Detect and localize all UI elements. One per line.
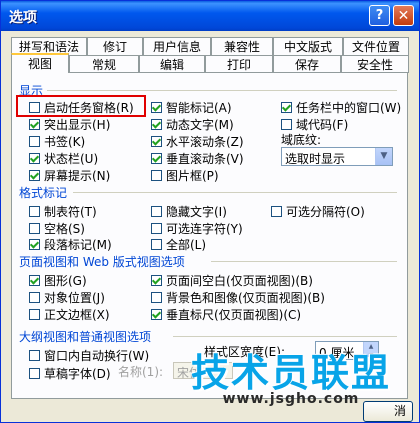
checkbox-vertical-scrollbar[interactable]: 垂直滚动条(V) xyxy=(151,150,244,167)
tab-revisions[interactable]: 修订 xyxy=(87,37,143,55)
checkbox-box xyxy=(29,239,40,250)
checkbox-box xyxy=(29,153,40,164)
checkbox-box xyxy=(29,368,40,379)
watermark-logo-text: 技术员联盟 xyxy=(191,351,392,395)
checkbox-box xyxy=(29,136,40,147)
spin-up-icon[interactable]: ▲ xyxy=(363,342,378,351)
checkbox-white-space-between-pages[interactable]: 页面间空白(仅页面视图)(B) xyxy=(151,272,313,289)
divider xyxy=(173,336,397,337)
tab-view[interactable]: 视图 xyxy=(11,53,69,73)
checkbox-screen-tips[interactable]: 屏幕提示(N) xyxy=(29,167,110,184)
checkbox-box xyxy=(281,119,292,130)
highlight-box xyxy=(16,95,146,117)
checkbox-box xyxy=(151,206,162,217)
checkbox-bookmarks[interactable]: 书签(K) xyxy=(29,133,85,150)
checkbox-box xyxy=(151,119,162,130)
checkbox-box xyxy=(151,136,162,147)
field-shading-select[interactable]: 选取时显示 ▼ xyxy=(281,147,393,166)
checkbox-windows-in-taskbar[interactable]: 任务栏中的窗口(W) xyxy=(281,99,401,116)
checkbox-box xyxy=(29,292,40,303)
checkbox-box xyxy=(29,119,40,130)
checkbox-box xyxy=(29,170,40,181)
field-shading-label: 域底纹: xyxy=(281,133,322,147)
window-title: 选项 xyxy=(9,10,37,26)
tab-general[interactable]: 常规 xyxy=(69,55,139,73)
checkbox-object-anchors[interactable]: 对象位置(J) xyxy=(29,289,105,306)
checkbox-all-marks[interactable]: 全部(L) xyxy=(151,236,206,253)
checkbox-highlight[interactable]: 突出显示(H) xyxy=(29,116,110,133)
divider xyxy=(211,261,397,262)
checkbox-vertical-ruler[interactable]: 垂直标尺(仅页面视图)(C) xyxy=(151,306,301,323)
checkbox-box xyxy=(29,206,40,217)
group-format-marks-label: 格式标记 xyxy=(19,186,68,200)
tab-compatibility[interactable]: 兼容性 xyxy=(211,37,273,55)
font-name-label: 名称(1): xyxy=(118,365,164,379)
title-bar[interactable]: 选项 ? ✕ xyxy=(1,1,419,31)
checkbox-optional-breaks[interactable]: 可选分隔符(O) xyxy=(271,203,365,220)
checkbox-draft-font[interactable]: 草稿字体(D) xyxy=(29,365,111,382)
checkbox-box xyxy=(151,309,162,320)
group-page-web-label: 页面视图和 Web 版式视图选项 xyxy=(19,255,185,269)
checkbox-box xyxy=(151,239,162,250)
checkbox-wrap-to-window[interactable]: 窗口内自动换行(W) xyxy=(29,347,149,364)
tab-print[interactable]: 打印 xyxy=(205,55,273,73)
watermark: 技术员联盟 www.jsgho.com xyxy=(191,353,391,407)
checkbox-box xyxy=(151,153,162,164)
checkbox-box xyxy=(29,275,40,286)
options-dialog: 选项 ? ✕ 拼写和语法 修订 用户信息 兼容性 中文版式 文件位置 视图 常规… xyxy=(0,0,420,423)
checkbox-horizontal-scrollbar[interactable]: 水平滚动条(Z) xyxy=(151,133,244,150)
tab-user-info[interactable]: 用户信息 xyxy=(143,37,211,55)
tab-asian-layout[interactable]: 中文版式 xyxy=(273,37,343,55)
divider xyxy=(73,192,397,193)
checkbox-status-bar[interactable]: 状态栏(U) xyxy=(29,150,98,167)
tab-file-locations[interactable]: 文件位置 xyxy=(343,37,409,55)
checkbox-background-colors[interactable]: 背景色和图像(仅页面视图)(B) xyxy=(151,289,325,306)
checkbox-picture-placeholders[interactable]: 图片框(P) xyxy=(151,167,219,184)
checkbox-box xyxy=(29,223,40,234)
group-outline-label: 大纲视图和普通视图选项 xyxy=(19,330,152,344)
chevron-down-icon[interactable]: ▼ xyxy=(375,148,392,165)
checkbox-box xyxy=(151,292,162,303)
divider xyxy=(47,90,397,91)
checkbox-box xyxy=(271,206,282,217)
checkbox-box xyxy=(29,309,40,320)
checkbox-tab-characters[interactable]: 制表符(T) xyxy=(29,203,97,220)
field-shading-value: 选取时显示 xyxy=(285,152,346,166)
checkbox-spaces[interactable]: 空格(S) xyxy=(29,220,85,237)
tab-edit[interactable]: 编辑 xyxy=(139,55,205,73)
checkbox-box xyxy=(151,223,162,234)
checkbox-drawings[interactable]: 图形(G) xyxy=(29,272,87,289)
close-button[interactable]: ✕ xyxy=(393,5,414,26)
checkbox-paragraph-marks[interactable]: 段落标记(M) xyxy=(29,236,112,253)
tab-save[interactable]: 保存 xyxy=(273,55,341,73)
checkbox-smart-tags[interactable]: 智能标记(A) xyxy=(151,99,232,116)
checkbox-box xyxy=(151,102,162,113)
checkbox-animated-text[interactable]: 动态文字(M) xyxy=(151,116,234,133)
checkbox-optional-hyphens[interactable]: 可选连字符(Y) xyxy=(151,220,243,237)
checkbox-box xyxy=(151,170,162,181)
tab-security[interactable]: 安全性 xyxy=(341,55,409,73)
checkbox-box xyxy=(281,102,292,113)
checkbox-box xyxy=(151,275,162,286)
help-button[interactable]: ? xyxy=(369,5,390,26)
checkbox-box xyxy=(29,350,40,361)
checkbox-text-boundaries[interactable]: 正文边框(X) xyxy=(29,306,110,323)
checkbox-hidden-text[interactable]: 隐藏文字(I) xyxy=(151,203,227,220)
